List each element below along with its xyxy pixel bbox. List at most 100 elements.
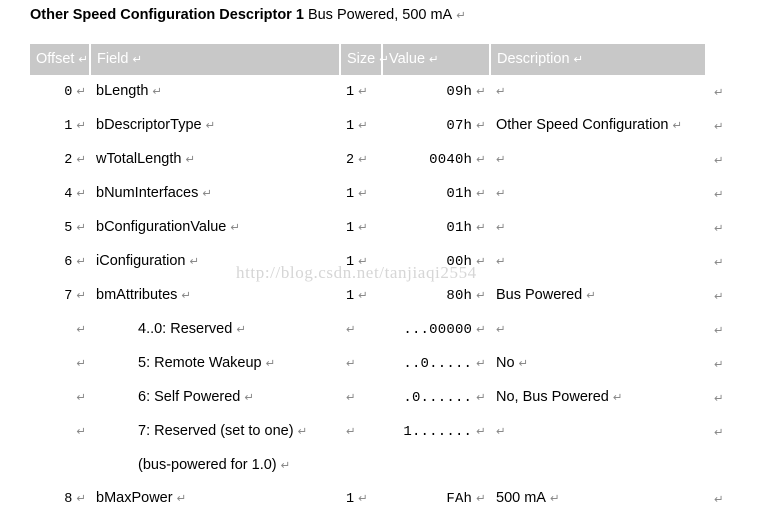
- cell-size-text: 2: [346, 153, 355, 168]
- paragraph-mark-icon: ↵: [476, 288, 486, 302]
- cell-offset: ↵: [30, 381, 90, 415]
- paragraph-mark-icon: ↵: [476, 322, 486, 336]
- paragraph-mark-icon: ↵: [476, 186, 486, 200]
- cell-field: bLength ↵: [90, 75, 340, 109]
- cell-description: Other Speed Configuration ↵: [490, 109, 706, 143]
- cell-offset: [30, 449, 90, 482]
- cell-offset: 8 ↵: [30, 482, 90, 516]
- column-header-size-label: Size: [347, 51, 376, 67]
- paragraph-mark-icon: ↵: [358, 220, 368, 234]
- paragraph-mark-icon: ↵: [476, 491, 486, 505]
- column-header-field[interactable]: Field ↵: [90, 44, 341, 75]
- cell-value: ...00000 ↵: [382, 313, 490, 347]
- cell-field-text: bConfigurationValue: [96, 219, 227, 235]
- paragraph-mark-icon: ↵: [205, 118, 216, 132]
- cell-size: 1 ↵: [340, 109, 382, 143]
- cell-row-end: ↵: [706, 143, 736, 177]
- paragraph-mark-icon: ↵: [244, 390, 255, 404]
- cell-description: 500 mA ↵: [490, 482, 706, 516]
- paragraph-mark-icon: ↵: [456, 8, 466, 22]
- cell-offset: ↵: [30, 313, 90, 347]
- cell-row-end: ↵: [706, 313, 736, 347]
- paragraph-mark-icon: ↵: [358, 84, 368, 98]
- cell-offset: 7 ↵: [30, 279, 90, 313]
- cell-value: 1....... ↵: [382, 415, 490, 449]
- cell-offset: 2 ↵: [30, 143, 90, 177]
- cell-row-end: ↵: [706, 482, 736, 516]
- cell-field-text: (bus-powered for 1.0): [138, 457, 277, 473]
- column-header-value[interactable]: Value ↵: [382, 44, 491, 75]
- paragraph-mark-icon: ↵: [185, 152, 196, 166]
- cell-size: 1 ↵: [340, 75, 382, 109]
- paragraph-mark-icon: ↵: [76, 118, 86, 132]
- paragraph-mark-icon: ↵: [202, 186, 212, 200]
- paragraph-mark-icon: ↵: [518, 356, 529, 370]
- cell-value: 0040h ↵: [382, 143, 490, 177]
- cell-size: 2 ↵: [340, 143, 382, 177]
- cell-size-text: 1: [346, 492, 355, 507]
- paragraph-mark-icon: ↵: [586, 288, 596, 302]
- cell-row-end: ↵: [706, 109, 736, 143]
- paragraph-mark-icon: ↵: [76, 390, 86, 404]
- table-row: ↵ 5: Remote Wakeup ↵ ↵ ..0..... ↵ No ↵ ↵: [30, 347, 736, 381]
- paragraph-mark-icon: ↵: [358, 254, 368, 268]
- cell-value-text: 01h: [446, 186, 473, 202]
- column-header-size[interactable]: Size ↵: [340, 44, 389, 75]
- row-end-mark-icon: ↵: [714, 85, 724, 99]
- cell-value-text: FAh: [446, 491, 473, 507]
- cell-field-text: bmAttributes: [96, 287, 178, 303]
- column-header-description[interactable]: Description ↵: [490, 44, 707, 75]
- paragraph-mark-icon: ↵: [265, 356, 276, 370]
- paragraph-mark-icon: ↵: [346, 390, 356, 404]
- paragraph-mark-icon: ↵: [476, 356, 486, 370]
- table-header: Offset ↵ Field ↵ Size ↵ Value ↵ Description ↵…: [30, 44, 736, 75]
- paragraph-mark-icon: ↵: [358, 186, 368, 200]
- cell-offset: 4 ↵: [30, 177, 90, 211]
- row-end-mark-icon: ↵: [714, 425, 724, 439]
- row-end-mark-icon: ↵: [714, 187, 724, 201]
- paragraph-mark-icon: ↵: [496, 84, 506, 98]
- cell-description: ↵: [490, 143, 706, 177]
- paragraph-mark-icon: ↵: [76, 254, 86, 268]
- paragraph-mark-icon: ↵: [358, 118, 368, 132]
- paragraph-mark-icon: ↵: [496, 152, 506, 166]
- cell-field: bMaxPower ↵: [90, 482, 340, 516]
- row-end-mark-icon: ↵: [714, 221, 724, 235]
- cell-value-text: 1.......: [403, 424, 473, 440]
- paragraph-mark-icon: ↵: [78, 52, 89, 66]
- cell-value-text: 0040h: [429, 152, 473, 168]
- cell-size-text: 1: [346, 85, 355, 100]
- cell-row-end: ↵: [706, 177, 736, 211]
- paragraph-mark-icon: ↵: [176, 491, 187, 505]
- paragraph-mark-icon: ↵: [346, 424, 356, 438]
- cell-size-text: 1: [346, 289, 355, 304]
- cell-offset: 1 ↵: [30, 109, 90, 143]
- cell-size: ↵: [340, 381, 382, 415]
- cell-size: 1 ↵: [340, 482, 382, 516]
- paragraph-mark-icon: ↵: [76, 84, 86, 98]
- cell-field-text: 6: Self Powered: [138, 389, 241, 405]
- cell-size: ↵: [340, 347, 382, 381]
- cell-value-text: ...00000: [403, 322, 473, 338]
- cell-description-text: No, Bus Powered: [496, 389, 609, 405]
- cell-field: iConfiguration ↵: [90, 245, 340, 279]
- cell-size: 1 ↵: [340, 245, 382, 279]
- page-title: Other Speed Configuration Descriptor 1 B…: [30, 5, 466, 25]
- paragraph-mark-icon: ↵: [496, 322, 506, 336]
- cell-description: ↵: [490, 211, 706, 245]
- cell-row-end: ↵: [706, 347, 736, 381]
- paragraph-mark-icon: ↵: [76, 152, 86, 166]
- cell-size: ↵: [340, 313, 382, 347]
- cell-value: 07h ↵: [382, 109, 490, 143]
- cell-value-text: ..0.....: [403, 356, 473, 372]
- cell-value: 80h ↵: [382, 279, 490, 313]
- row-end-mark-icon: ↵: [714, 357, 724, 371]
- table-row: 6 ↵ iConfiguration ↵ 1 ↵ 00h ↵ ↵ ↵: [30, 245, 736, 279]
- cell-field: bConfigurationValue ↵: [90, 211, 340, 245]
- column-header-offset[interactable]: Offset ↵: [30, 44, 91, 75]
- paragraph-mark-icon: ↵: [76, 322, 86, 336]
- cell-value: 01h ↵: [382, 177, 490, 211]
- paragraph-mark-icon: ↵: [132, 52, 143, 66]
- cell-field-text: bLength: [96, 83, 149, 99]
- cell-size: [340, 449, 382, 482]
